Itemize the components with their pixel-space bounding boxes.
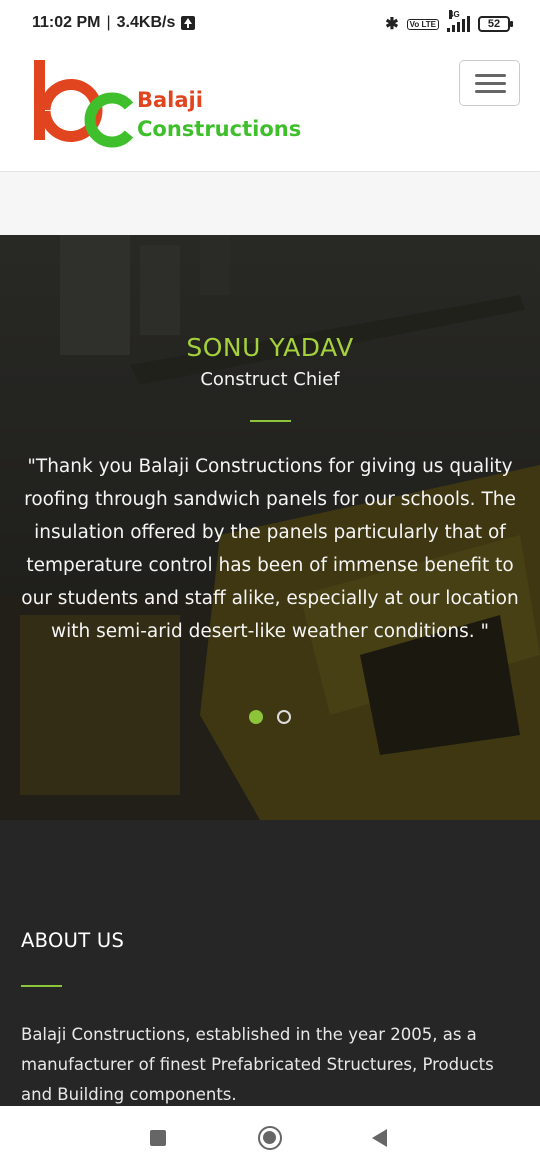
about-section: ABOUT US Balaji Constructions, establish… — [0, 820, 540, 1106]
status-separator: | — [106, 14, 111, 31]
testimonial-quote: "Thank you Balaji Constructions for givi… — [21, 456, 519, 642]
status-bar: 11:02 PM | 3.4KB/s ✱ Vo LTE 4G 52 — [0, 0, 540, 48]
back-icon[interactable] — [372, 1129, 387, 1147]
header-spacer — [0, 173, 540, 235]
slider-dots — [249, 710, 291, 724]
testimonial-name: SONU YADAV — [186, 333, 354, 362]
hamburger-icon — [475, 74, 506, 77]
brand-name: Balaji Constructions — [137, 86, 301, 144]
site-header: Balaji Constructions — [0, 48, 540, 172]
testimonial-divider — [250, 420, 291, 422]
hamburger-icon-bar — [475, 82, 506, 85]
volte-icon: Vo LTE — [406, 18, 439, 30]
hamburger-icon-bar — [475, 90, 506, 93]
battery-icon: 52 — [478, 16, 513, 32]
about-text: Balaji Constructions, established in the… — [21, 1025, 494, 1104]
bluetooth-icon: ✱ — [385, 16, 399, 33]
system-nav-bar — [0, 1106, 540, 1170]
hamburger-menu-button[interactable] — [459, 60, 520, 106]
brand-line1: Balaji — [137, 88, 203, 112]
signal-icon: 4G — [447, 10, 470, 32]
bc-logo-mark — [34, 60, 134, 148]
brand-line2: Constructions — [137, 117, 302, 141]
battery-level: 52 — [487, 18, 501, 30]
brand-logo[interactable]: Balaji Constructions — [32, 58, 302, 150]
slider-dot-1[interactable] — [249, 710, 263, 724]
status-left: 11:02 PM | 3.4KB/s — [32, 14, 196, 32]
recent-apps-icon[interactable] — [150, 1130, 166, 1146]
home-icon[interactable] — [258, 1126, 282, 1150]
slider-dot-2[interactable] — [277, 710, 291, 724]
status-right: ✱ Vo LTE 4G 52 — [385, 10, 513, 34]
upload-icon — [181, 16, 196, 30]
testimonial-role: Construct Chief — [200, 369, 340, 390]
about-title: ABOUT US — [21, 929, 125, 952]
status-speed: 3.4KB/s — [116, 14, 176, 31]
testimonial-slider[interactable]: SONU YADAV Construct Chief "Thank you Ba… — [0, 235, 540, 820]
about-divider — [21, 985, 62, 987]
status-time: 11:02 PM — [32, 14, 101, 31]
network-type-label: 4G — [449, 10, 460, 19]
